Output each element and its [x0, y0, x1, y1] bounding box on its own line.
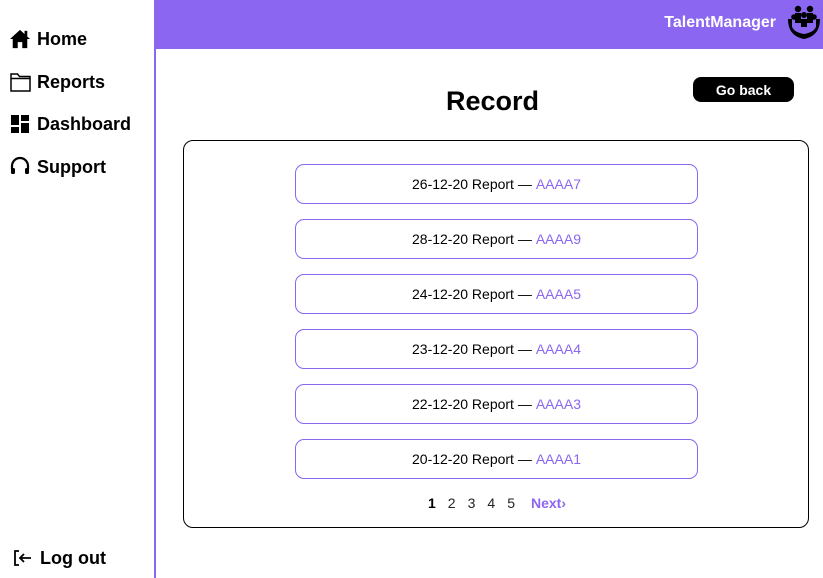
report-code: AAAA5	[535, 286, 581, 302]
record-panel: 26-12-20 Report — AAAA7 28-12-20 Report …	[183, 140, 809, 528]
report-item[interactable]: 20-12-20 Report — AAAA1	[295, 439, 698, 479]
people-hands-icon	[786, 3, 822, 41]
page-1[interactable]: 1	[428, 495, 436, 511]
brand-name: TalentManager	[664, 14, 776, 31]
report-text: 20-12-20 Report —	[412, 451, 532, 467]
report-item[interactable]: 23-12-20 Report — AAAA4	[295, 329, 698, 369]
report-code: AAAA3	[535, 396, 581, 412]
report-text: 22-12-20 Report —	[412, 396, 532, 412]
report-text: 26-12-20 Report —	[412, 176, 532, 192]
folder-icon	[9, 71, 31, 93]
pagination: 1 2 3 4 5 Next›	[184, 495, 810, 511]
sidebar-item-support[interactable]: Support	[9, 156, 106, 178]
report-item[interactable]: 22-12-20 Report — AAAA3	[295, 384, 698, 424]
sidebar-item-label: Dashboard	[37, 113, 132, 134]
report-item[interactable]: 24-12-20 Report — AAAA5	[295, 274, 698, 314]
next-page-link[interactable]: Next›	[531, 495, 566, 511]
report-code: AAAA4	[535, 341, 581, 357]
report-text: 24-12-20 Report —	[412, 286, 532, 302]
report-item[interactable]: 28-12-20 Report — AAAA9	[295, 219, 698, 259]
report-text: 28-12-20 Report —	[412, 231, 532, 247]
sidebar-item-label: Reports	[37, 71, 106, 92]
logout-button[interactable]: Log out	[12, 547, 106, 569]
headset-icon	[9, 156, 31, 178]
sidebar-item-dashboard[interactable]: Dashboard	[9, 113, 131, 135]
sidebar-item-label: Home	[37, 28, 88, 49]
report-code: AAAA7	[535, 176, 581, 192]
sidebar-item-home[interactable]: Home	[9, 28, 87, 50]
report-item[interactable]: 26-12-20 Report — AAAA7	[295, 164, 698, 204]
home-icon	[9, 28, 31, 50]
app: Home Reports Dashboard Support Log out T…	[0, 0, 823, 578]
logout-label: Log out	[40, 547, 106, 568]
page-title: Record	[446, 86, 540, 116]
page-2[interactable]: 2	[448, 495, 456, 511]
report-list: 26-12-20 Report — AAAA7 28-12-20 Report …	[295, 164, 698, 494]
sidebar-item-label: Support	[37, 156, 106, 177]
dashboard-icon	[9, 113, 31, 135]
logout-icon	[12, 547, 34, 569]
report-code: AAAA9	[535, 231, 581, 247]
top-bar: TalentManager	[156, 0, 823, 49]
report-code: AAAA1	[535, 451, 581, 467]
report-text: 23-12-20 Report —	[412, 341, 532, 357]
sidebar: Home Reports Dashboard Support Log out	[0, 0, 156, 578]
sidebar-item-reports[interactable]: Reports	[9, 71, 105, 93]
go-back-button[interactable]: Go back	[693, 77, 794, 102]
page-3[interactable]: 3	[468, 495, 476, 511]
page-5[interactable]: 5	[507, 495, 515, 511]
page-4[interactable]: 4	[487, 495, 495, 511]
